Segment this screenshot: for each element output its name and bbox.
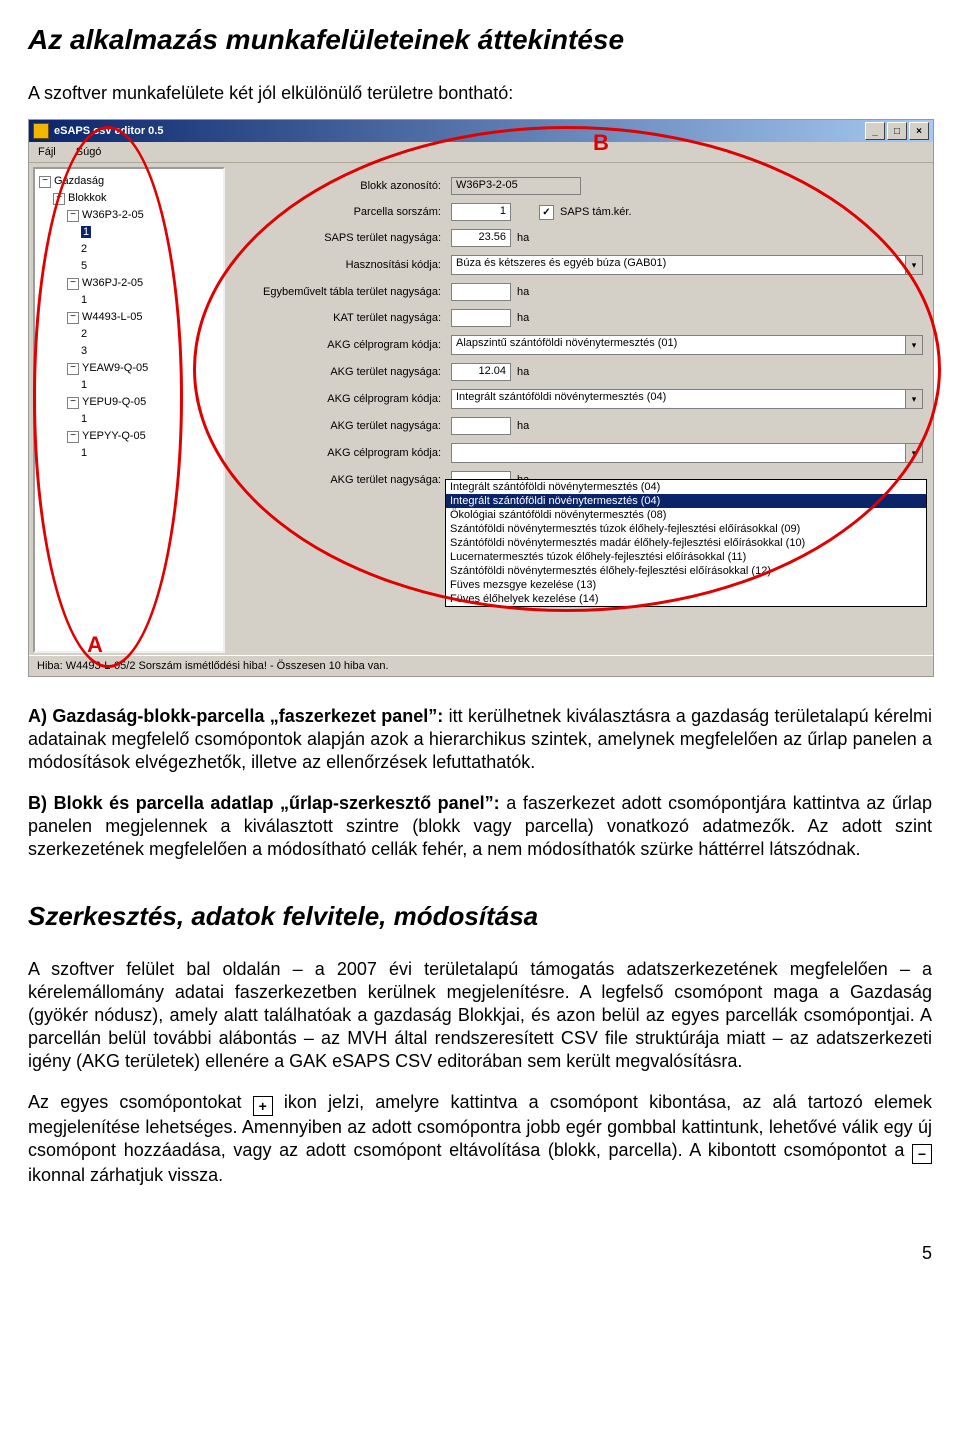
form-panel: Blokk azonosító: W36P3-2-05 Parcella sor… xyxy=(227,163,933,655)
list-item[interactable]: Füves mezsgye kezelése (13) xyxy=(446,578,926,592)
unit-ha: ha xyxy=(517,420,529,432)
collapse-icon[interactable]: − xyxy=(67,210,79,222)
list-item[interactable]: Integrált szántóföldi növénytermesztés (… xyxy=(446,494,926,508)
close-button[interactable]: × xyxy=(909,122,929,140)
field-kat[interactable] xyxy=(451,309,511,327)
label-akg-kod: AKG célprogram kódja: xyxy=(231,447,451,459)
list-item[interactable]: Integrált szántóföldi növénytermesztés (… xyxy=(446,480,926,494)
paragraph-structure: A szoftver felület bal oldalán – a 2007 … xyxy=(28,958,932,1073)
tree-leaf[interactable]: 2 xyxy=(81,326,221,343)
collapse-icon[interactable]: − xyxy=(67,431,79,443)
section-b-lead: B) Blokk és parcella adatlap „űrlap-szer… xyxy=(28,793,500,813)
tree-panel: −Gazdaság −Blokkok −W36P3-2-05 1 2 xyxy=(33,167,225,653)
plus-icon: + xyxy=(253,1096,273,1116)
unit-ha: ha xyxy=(517,232,529,244)
collapse-icon[interactable]: − xyxy=(67,363,79,375)
tree-root[interactable]: −Gazdaság −Blokkok −W36P3-2-05 1 2 xyxy=(39,173,221,462)
label-saps-ter: SAPS terület nagysága: xyxy=(231,232,451,244)
field-egybe[interactable] xyxy=(451,283,511,301)
tree-block[interactable]: −W36P3-2-05 1 2 5 xyxy=(67,207,221,275)
label-akg-ter: AKG terület nagysága: xyxy=(231,366,451,378)
unit-ha: ha xyxy=(517,312,529,324)
field-akg-ter-2[interactable] xyxy=(451,417,511,435)
app-window: eSAPS csv editor 0.5 _ □ × Fájl Súgó −Ga… xyxy=(28,119,934,677)
list-item[interactable]: Szántóföldi növénytermesztés madár élőhe… xyxy=(446,536,926,550)
tree-leaf[interactable]: 1 xyxy=(81,224,221,241)
collapse-icon[interactable]: − xyxy=(39,176,51,188)
list-item[interactable]: Ökológiai szántóföldi növénytermesztés (… xyxy=(446,508,926,522)
tree-leaf[interactable]: 1 xyxy=(81,445,221,462)
statusbar: Hiba: W4493-L-05/2 Sorszám ismétlődési h… xyxy=(29,655,933,676)
label-akg-kod: AKG célprogram kódja: xyxy=(231,339,451,351)
field-akg-ter-1[interactable]: 12.04 xyxy=(451,363,511,381)
field-parc-sor[interactable]: 1 xyxy=(451,203,511,221)
collapse-icon[interactable]: − xyxy=(67,397,79,409)
section-b-paragraph: B) Blokk és parcella adatlap „űrlap-szer… xyxy=(28,792,932,861)
chevron-down-icon[interactable] xyxy=(905,336,922,354)
list-item[interactable]: Lucernatermesztés túzok élőhely-fejleszt… xyxy=(446,550,926,564)
tree-blokkok[interactable]: −Blokkok −W36P3-2-05 1 2 5 xyxy=(53,190,221,462)
collapse-icon[interactable]: − xyxy=(53,193,65,205)
tree-leaf[interactable]: 2 xyxy=(81,241,221,258)
chevron-down-icon[interactable] xyxy=(905,444,922,462)
menu-file[interactable]: Fájl xyxy=(35,144,59,160)
section-a-lead: A) Gazdaság-blokk-parcella „faszerkezet … xyxy=(28,706,443,726)
minus-icon: − xyxy=(912,1144,932,1164)
dropdown-listbox[interactable]: Integrált szántóföldi növénytermesztés (… xyxy=(445,479,927,607)
screenshot-figure: eSAPS csv editor 0.5 _ □ × Fájl Súgó −Ga… xyxy=(28,119,932,677)
page-number: 5 xyxy=(28,1243,932,1264)
checkbox-saps-tam[interactable]: ✓ xyxy=(539,205,554,220)
unit-ha: ha xyxy=(517,286,529,298)
titlebar: eSAPS csv editor 0.5 _ □ × xyxy=(29,120,933,142)
label-akg-ter: AKG terület nagysága: xyxy=(231,474,451,486)
minimize-button[interactable]: _ xyxy=(865,122,885,140)
tree-leaf[interactable]: 3 xyxy=(81,343,221,360)
app-body: −Gazdaság −Blokkok −W36P3-2-05 1 2 xyxy=(29,163,933,655)
chevron-down-icon[interactable] xyxy=(905,256,922,274)
label-blokk-az: Blokk azonosító: xyxy=(231,180,451,192)
chevron-down-icon[interactable] xyxy=(905,390,922,408)
label-haszn: Hasznosítási kódja: xyxy=(231,259,451,271)
tree-leaf[interactable]: 1 xyxy=(81,292,221,309)
field-saps-ter[interactable]: 23.56 xyxy=(451,229,511,247)
maximize-button[interactable]: □ xyxy=(887,122,907,140)
label-parc-sor: Parcella sorszám: xyxy=(231,206,451,218)
label-akg-kod: AKG célprogram kódja: xyxy=(231,393,451,405)
label-egybe: Egybeművelt tábla terület nagysága: xyxy=(231,286,451,298)
heading-edit: Szerkesztés, adatok felvitele, módosítás… xyxy=(28,901,932,932)
combo-akg-kod-1[interactable]: Alapszintű szántóföldi növénytermesztés … xyxy=(451,335,923,355)
menu-help[interactable]: Súgó xyxy=(73,144,105,160)
page-title: Az alkalmazás munkafelületeinek áttekint… xyxy=(28,24,932,56)
label-akg-ter: AKG terület nagysága: xyxy=(231,420,451,432)
combo-akg-kod-2[interactable]: Integrált szántóföldi növénytermesztés (… xyxy=(451,389,923,409)
window-title: eSAPS csv editor 0.5 xyxy=(54,125,863,137)
field-blokk-az: W36P3-2-05 xyxy=(451,177,581,195)
combo-akg-kod-3[interactable] xyxy=(451,443,923,463)
tree-block[interactable]: −YEPYY-Q-05 1 xyxy=(67,428,221,462)
combo-haszn[interactable]: Búza és kétszeres és egyéb búza (GAB01) xyxy=(451,255,923,275)
label-saps-tam: SAPS tám.kér. xyxy=(560,206,632,218)
tree-block[interactable]: −W36PJ-2-05 1 xyxy=(67,275,221,309)
tree-leaf[interactable]: 5 xyxy=(81,258,221,275)
paragraph-icons: Az egyes csomópontokat + ikon jelzi, ame… xyxy=(28,1091,932,1187)
annotation-label-a: A xyxy=(87,632,103,658)
label-kat: KAT terület nagysága: xyxy=(231,312,451,324)
collapse-icon[interactable]: − xyxy=(67,278,79,290)
unit-ha: ha xyxy=(517,366,529,378)
intro-paragraph: A szoftver munkafelülete két jól elkülön… xyxy=(28,82,932,105)
tree-leaf[interactable]: 1 xyxy=(81,411,221,428)
list-item[interactable]: Szántóföldi növénytermesztés túzok élőhe… xyxy=(446,522,926,536)
list-item[interactable]: Szántóföldi növénytermesztés élőhely-fej… xyxy=(446,564,926,578)
menubar: Fájl Súgó xyxy=(29,142,933,163)
section-a-paragraph: A) Gazdaság-blokk-parcella „faszerkezet … xyxy=(28,705,932,774)
tree-block[interactable]: −YEAW9-Q-05 1 xyxy=(67,360,221,394)
annotation-label-b: B xyxy=(593,130,609,156)
tree-leaf[interactable]: 1 xyxy=(81,377,221,394)
list-item[interactable]: Füves élőhelyek kezelése (14) xyxy=(446,592,926,606)
collapse-icon[interactable]: − xyxy=(67,312,79,324)
tree-block[interactable]: −YEPU9-Q-05 1 xyxy=(67,394,221,428)
tree-block[interactable]: −W4493-L-05 2 3 xyxy=(67,309,221,360)
app-icon xyxy=(33,123,49,139)
